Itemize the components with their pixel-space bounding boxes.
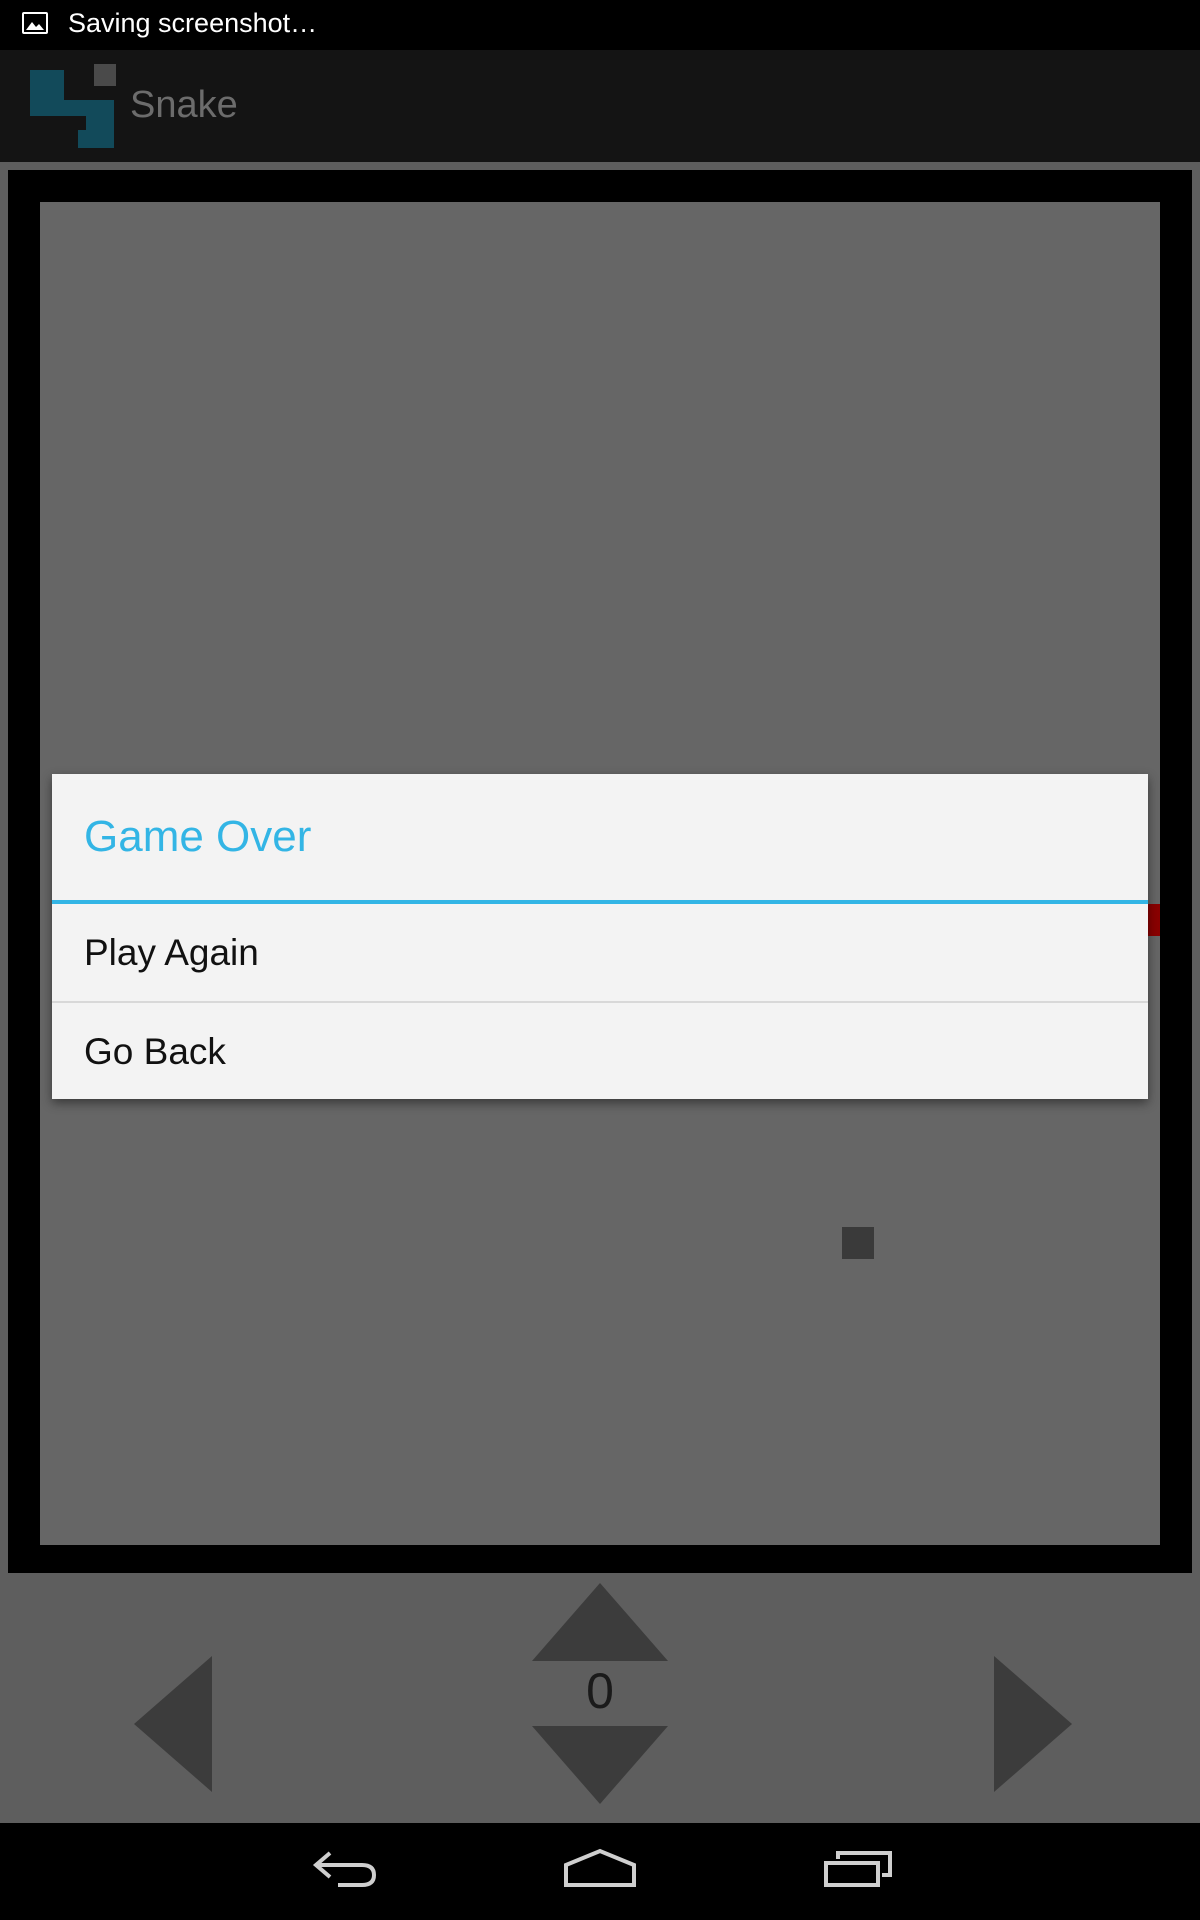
arrow-down-icon[interactable] [530,1724,670,1804]
app-title: Snake [130,84,238,126]
play-again-option[interactable]: Play Again [52,904,1148,1000]
status-bar: Saving screenshot… [0,0,1200,50]
recents-icon[interactable] [822,1845,894,1895]
image-icon [22,12,48,34]
navigation-bar [0,1823,1200,1920]
game-over-dialog: Game Over Play Again Go Back [52,774,1148,1099]
back-icon[interactable] [308,1845,380,1895]
arrow-right-icon[interactable] [992,1656,1074,1794]
arrow-left-icon[interactable] [132,1656,214,1794]
action-bar: Snake [0,50,1200,162]
snake-segment [1148,904,1160,936]
go-back-label: Go Back [84,1031,226,1072]
home-icon[interactable] [562,1845,638,1895]
play-again-label: Play Again [84,932,259,973]
dialog-title: Game Over [84,812,312,861]
score-counter: 0 [586,1663,614,1719]
go-back-option[interactable]: Go Back [52,1003,1148,1099]
arrow-up-icon[interactable] [530,1583,670,1663]
notification-text: Saving screenshot… [68,8,318,38]
snake-logo-icon [30,64,116,148]
food-pellet [842,1227,874,1259]
